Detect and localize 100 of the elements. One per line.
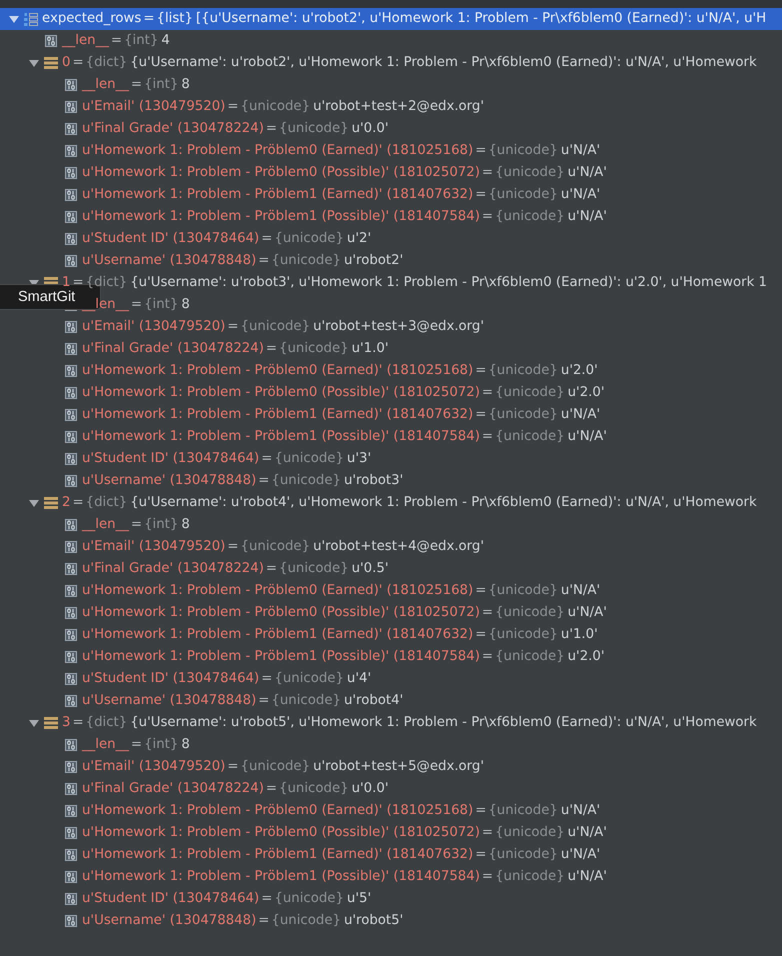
tree-row[interactable]: 0={dict} {u'Username': u'robot2', u'Homework 1: Problem - Pr\xf6blem0 (Earned)': u'N/A', u'Homework (0, 52, 782, 74)
variable-entry: u'Homework 1: Problem - Pröblem1 (Possible)' (181407584)={unicode} u'N/A' (82, 428, 607, 446)
tree-row[interactable]: u'Email' (130479520)={unicode} u'robot+test+5@edx.org' (0, 756, 782, 778)
tree-row[interactable]: u'Student ID' (130478464)={unicode} u'4' (0, 668, 782, 690)
variable-entry: u'Final Grade' (130478224)={unicode} u'1.0' (82, 340, 388, 358)
binary-value-icon (65, 783, 77, 795)
numbered-list-icon (24, 12, 38, 26)
variable-entry: u'Homework 1: Problem - Pröblem1 (Possible)' (181407584)={unicode} u'2.0' (82, 648, 604, 666)
binary-value-icon (65, 145, 77, 157)
tree-row[interactable]: expected_rows={list} [{u'Username': u'robot2', u'Homework 1: Problem - Pr\xf6blem0 (Earned)': u'N/A', u'H (0, 8, 782, 30)
tree-row[interactable]: 3={dict} {u'Username': u'robot5', u'Homework 1: Problem - Pr\xf6blem0 (Earned)': u'N/A', u'Homework (0, 712, 782, 734)
binary-value-icon (65, 233, 77, 245)
tree-row[interactable]: u'Homework 1: Problem - Pröblem0 (Earned)' (181025168)={unicode} u'N/A' (0, 800, 782, 822)
tree-row[interactable]: u'Homework 1: Problem - Pröblem0 (Possible)' (181025072)={unicode} u'2.0' (0, 382, 782, 404)
tree-row[interactable]: u'Homework 1: Problem - Pröblem0 (Earned)' (181025168)={unicode} u'2.0' (0, 360, 782, 382)
tree-row[interactable]: u'Username' (130478848)={unicode} u'robot4' (0, 690, 782, 712)
tree-row[interactable]: u'Homework 1: Problem - Pröblem0 (Possible)' (181025072)={unicode} u'N/A' (0, 162, 782, 184)
tree-row[interactable]: u'Final Grade' (130478224)={unicode} u'0.0' (0, 778, 782, 800)
variable-entry: __len__={int} 8 (82, 76, 190, 94)
tree-row[interactable]: u'Username' (130478848)={unicode} u'robot5' (0, 910, 782, 932)
variable-entry: __len__={int} 8 (82, 296, 190, 314)
tree-row[interactable]: u'Homework 1: Problem - Pröblem1 (Earned)' (181407632)={unicode} u'N/A' (0, 844, 782, 866)
variable-entry: 3={dict} {u'Username': u'robot5', u'Homework 1: Problem - Pr\xf6blem0 (Earned)': u'N/A', u'Homework (62, 714, 757, 732)
variable-entry: u'Homework 1: Problem - Pröblem0 (Earned)' (181025168)={unicode} u'N/A' (82, 142, 600, 160)
binary-value-icon (65, 607, 77, 619)
tree-row[interactable]: u'Student ID' (130478464)={unicode} u'2' (0, 228, 782, 250)
tree-row[interactable]: __len__={int} 8 (0, 734, 782, 756)
binary-value-icon (65, 101, 77, 113)
binary-value-icon (65, 189, 77, 201)
tree-row[interactable]: u'Homework 1: Problem - Pröblem0 (Earned)' (181025168)={unicode} u'N/A' (0, 580, 782, 602)
variable-entry: u'Homework 1: Problem - Pröblem1 (Earned)' (181407632)={unicode} u'N/A' (82, 406, 600, 424)
caret-down-icon[interactable] (9, 16, 19, 22)
binary-value-icon (65, 343, 77, 355)
binary-value-icon (65, 453, 77, 465)
binary-value-icon (65, 321, 77, 333)
binary-value-icon (65, 167, 77, 179)
binary-value-icon (65, 739, 77, 751)
tree-row[interactable]: 2={dict} {u'Username': u'robot4', u'Homework 1: Problem - Pr\xf6blem0 (Earned)': u'N/A', u'Homework (0, 492, 782, 514)
tree-row[interactable]: __len__={int} 4 (0, 30, 782, 52)
caret-down-icon[interactable] (29, 60, 39, 66)
tree-row[interactable]: u'Homework 1: Problem - Pröblem0 (Possible)' (181025072)={unicode} u'N/A' (0, 822, 782, 844)
binary-value-icon (65, 365, 77, 377)
tree-row[interactable]: u'Homework 1: Problem - Pröblem1 (Earned)' (181407632)={unicode} u'N/A' (0, 404, 782, 426)
tree-row[interactable]: __len__={int} 8 (0, 514, 782, 536)
variable-entry: u'Username' (130478848)={unicode} u'robot3' (82, 472, 404, 490)
variable-entry: u'Email' (130479520)={unicode} u'robot+test+4@edx.org' (82, 538, 484, 556)
binary-value-icon (65, 387, 77, 399)
variable-entry: u'Student ID' (130478464)={unicode} u'5' (82, 890, 372, 908)
binary-value-icon (65, 893, 77, 905)
variable-entry: __len__={int} 8 (82, 516, 190, 534)
binary-value-icon (65, 871, 77, 883)
tree-row[interactable]: u'Final Grade' (130478224)={unicode} u'0.5' (0, 558, 782, 580)
variable-entry: u'Homework 1: Problem - Pröblem0 (Possible)' (181025072)={unicode} u'N/A' (82, 604, 607, 622)
binary-value-icon (65, 673, 77, 685)
variable-entry: u'Homework 1: Problem - Pröblem0 (Possible)' (181025072)={unicode} u'N/A' (82, 824, 607, 842)
tree-row[interactable]: u'Homework 1: Problem - Pröblem1 (Possible)' (181407584)={unicode} u'2.0' (0, 646, 782, 668)
tree-row[interactable]: u'Email' (130479520)={unicode} u'robot+test+4@edx.org' (0, 536, 782, 558)
variable-entry: u'Student ID' (130478464)={unicode} u'2' (82, 230, 372, 248)
tree-row[interactable]: u'Student ID' (130478464)={unicode} u'5' (0, 888, 782, 910)
tree-row[interactable]: u'Email' (130479520)={unicode} u'robot+test+2@edx.org' (0, 96, 782, 118)
binary-value-icon (65, 519, 77, 531)
variable-entry: u'Homework 1: Problem - Pröblem1 (Earned)' (181407632)={unicode} u'N/A' (82, 846, 600, 864)
variable-entry: expected_rows={list} [{u'Username': u'robot2', u'Homework 1: Problem - Pr\xf6blem0 (Earned)': u'N/A', u'H (42, 10, 766, 28)
tree-row[interactable]: u'Student ID' (130478464)={unicode} u'3' (0, 448, 782, 470)
tree-row[interactable]: u'Homework 1: Problem - Pröblem1 (Possible)' (181407584)={unicode} u'N/A' (0, 866, 782, 888)
variable-entry: u'Student ID' (130478464)={unicode} u'4' (82, 670, 372, 688)
tree-row[interactable]: u'Homework 1: Problem - Pröblem1 (Possible)' (181407584)={unicode} u'N/A' (0, 206, 782, 228)
variable-entry: u'Homework 1: Problem - Pröblem0 (Possible)' (181025072)={unicode} u'2.0' (82, 384, 604, 402)
tree-row[interactable]: __len__={int} 8 (0, 74, 782, 96)
variable-entry: u'Username' (130478848)={unicode} u'robot5' (82, 912, 404, 930)
tree-row[interactable]: u'Homework 1: Problem - Pröblem1 (Earned)' (181407632)={unicode} u'1.0' (0, 624, 782, 646)
caret-down-icon[interactable] (29, 500, 39, 506)
variable-entry: u'Homework 1: Problem - Pröblem1 (Possible)' (181407584)={unicode} u'N/A' (82, 868, 607, 886)
binary-value-icon (65, 629, 77, 641)
variable-entry: u'Final Grade' (130478224)={unicode} u'0.0' (82, 780, 388, 798)
variable-entry: u'Final Grade' (130478224)={unicode} u'0.5' (82, 560, 388, 578)
tree-row[interactable]: u'Username' (130478848)={unicode} u'robot3' (0, 470, 782, 492)
tree-row[interactable]: u'Homework 1: Problem - Pröblem0 (Possible)' (181025072)={unicode} u'N/A' (0, 602, 782, 624)
binary-value-icon (65, 651, 77, 663)
variable-entry: u'Email' (130479520)={unicode} u'robot+test+2@edx.org' (82, 98, 484, 116)
variable-entry: u'Username' (130478848)={unicode} u'robot2' (82, 252, 404, 270)
caret-down-icon[interactable] (29, 720, 39, 726)
tree-row[interactable]: u'Final Grade' (130478224)={unicode} u'0.0' (0, 118, 782, 140)
tree-row[interactable]: u'Homework 1: Problem - Pröblem1 (Earned)' (181407632)={unicode} u'N/A' (0, 184, 782, 206)
binary-value-icon (65, 915, 77, 927)
binary-value-icon (65, 255, 77, 267)
binary-value-icon (65, 849, 77, 861)
tree-row[interactable]: u'Homework 1: Problem - Pröblem1 (Possible)' (181407584)={unicode} u'N/A' (0, 426, 782, 448)
binary-value-icon (65, 695, 77, 707)
binary-value-icon (65, 805, 77, 817)
tree-row[interactable]: u'Final Grade' (130478224)={unicode} u'1.0' (0, 338, 782, 360)
tree-row[interactable]: u'Email' (130479520)={unicode} u'robot+test+3@edx.org' (0, 316, 782, 338)
variable-entry: u'Student ID' (130478464)={unicode} u'3' (82, 450, 372, 468)
binary-value-icon (45, 35, 57, 47)
binary-value-icon (65, 123, 77, 135)
tree-row[interactable]: u'Username' (130478848)={unicode} u'robot2' (0, 250, 782, 272)
binary-value-icon (65, 431, 77, 443)
variable-entry: u'Homework 1: Problem - Pröblem1 (Earned)' (181407632)={unicode} u'1.0' (82, 626, 598, 644)
variable-entry: u'Final Grade' (130478224)={unicode} u'0.0' (82, 120, 388, 138)
tree-row[interactable]: u'Homework 1: Problem - Pröblem0 (Earned)' (181025168)={unicode} u'N/A' (0, 140, 782, 162)
